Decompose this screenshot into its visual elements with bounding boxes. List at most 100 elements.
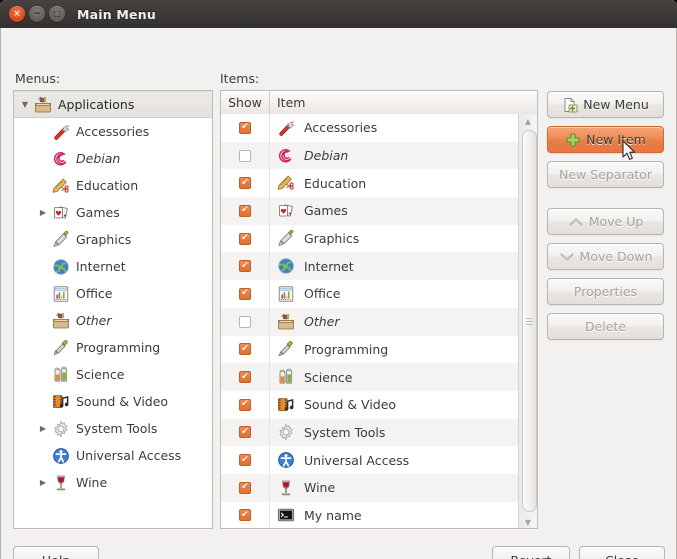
checkbox-checked[interactable] [239, 371, 251, 384]
tree-item-label: Science [76, 367, 125, 382]
tree-item-sound-video[interactable]: ▶Sound & Video [14, 388, 212, 415]
tree-item-internet[interactable]: ▶Internet [14, 253, 212, 280]
expander-expand-icon[interactable]: ▶ [36, 206, 50, 220]
scrollbar-track[interactable] [519, 128, 538, 515]
tree-item-games[interactable]: ▶ Games [14, 199, 212, 226]
help-button[interactable]: Help [13, 546, 99, 559]
table-row[interactable]: Games [221, 197, 519, 225]
checkbox-checked[interactable] [239, 287, 251, 300]
scroll-down-icon[interactable]: ▼ [519, 515, 538, 528]
tree-item-science[interactable]: ▶Science [14, 361, 212, 388]
close-button[interactable]: Close [579, 546, 665, 559]
close-icon[interactable]: × [9, 6, 25, 22]
item-cell: Accessories [270, 119, 519, 137]
menus-tree[interactable]: ▼Applications▶Accessories▶Debian▶Educati… [13, 90, 213, 529]
table-row[interactable]: System Tools [221, 418, 519, 447]
tree-item-debian[interactable]: ▶Debian [14, 145, 212, 172]
table-row[interactable]: Accessories [221, 114, 519, 142]
tree-item-education[interactable]: ▶Education [14, 172, 212, 199]
table-row[interactable]: Internet [221, 252, 519, 281]
checkbox-checked[interactable] [239, 509, 251, 522]
item-cell: Wine [270, 479, 519, 497]
vertical-scrollbar[interactable]: ▲ ▼ [518, 114, 538, 528]
tree-item-programming[interactable]: ▶Programming [14, 334, 212, 361]
office-icon [277, 285, 295, 303]
show-cell [221, 114, 270, 142]
table-row[interactable]: Universal Access [221, 446, 519, 474]
checkbox-checked[interactable] [239, 177, 251, 190]
chevron-up-icon [568, 214, 584, 230]
table-row[interactable]: My name [221, 501, 519, 528]
item-cell: Internet [270, 257, 519, 275]
table-row[interactable]: Sound & Video [221, 390, 519, 419]
checkbox-checked[interactable] [239, 481, 251, 494]
item-label: System Tools [304, 424, 386, 440]
table-row[interactable]: Wine [221, 473, 519, 502]
new-menu-label: New Menu [583, 97, 649, 112]
expander-expand-icon[interactable]: ▶ [36, 476, 50, 490]
show-cell [221, 446, 270, 474]
tree-item-universal-access[interactable]: ▶Universal Access [14, 442, 212, 469]
item-label: Wine [304, 480, 336, 496]
item-cell: Games [270, 202, 519, 220]
dialog-body: Menus: Items: ▼Applications▶Accessories▶… [0, 28, 677, 559]
checkbox-checked[interactable] [239, 343, 251, 356]
item-cell: Science [270, 368, 519, 386]
universal-access-icon [52, 447, 70, 465]
list-header: Show Item [221, 91, 537, 115]
delete-button: Delete [547, 313, 664, 340]
maximize-icon[interactable]: □ [49, 6, 65, 22]
menus-label: Menus: [15, 71, 61, 86]
checkbox-checked[interactable] [239, 426, 251, 439]
delete-label: Delete [584, 319, 627, 334]
show-cell [221, 252, 270, 281]
table-row[interactable]: Programming [221, 335, 519, 364]
tree-item-graphics[interactable]: ▶Graphics [14, 226, 212, 253]
science-icon [52, 366, 70, 384]
checkbox-unchecked[interactable] [239, 315, 251, 328]
column-header-item[interactable]: Item [270, 91, 537, 114]
list-rows: Accessories Debian Education Games Graphics I… [221, 114, 519, 528]
tree-item-other[interactable]: ▶Other [14, 307, 212, 334]
tree-item-system-tools[interactable]: ▶ System Tools [14, 415, 212, 442]
universal-access-icon [277, 451, 295, 469]
checkbox-unchecked[interactable] [239, 149, 251, 162]
expander-expand-icon[interactable]: ▶ [36, 422, 50, 436]
terminal-icon [277, 506, 295, 524]
item-cell: My name [270, 506, 519, 524]
checkbox-checked[interactable] [239, 454, 251, 467]
checkbox-checked[interactable] [239, 204, 251, 217]
revert-button[interactable]: Revert [492, 546, 570, 559]
scrollbar-thumb[interactable] [521, 130, 537, 512]
tree-item-label: Sound & Video [76, 394, 169, 409]
table-row[interactable]: Office [221, 280, 519, 308]
column-header-show[interactable]: Show [221, 91, 270, 114]
show-cell [221, 335, 270, 364]
expander-collapse-icon[interactable]: ▼ [18, 98, 32, 112]
tree-item-accessories[interactable]: ▶Accessories [14, 118, 212, 145]
tree-item-office[interactable]: ▶Office [14, 280, 212, 307]
programming-icon [52, 339, 70, 357]
item-label: Accessories [304, 120, 378, 136]
table-row[interactable]: Education [221, 169, 519, 198]
new-menu-button[interactable]: New Menu [547, 91, 664, 118]
main-menu-window: × − □ Main Menu Menus: Items: ▼ Applicati… [0, 0, 677, 559]
tree-item-applications[interactable]: ▼ Applications [14, 91, 212, 118]
help-label: Help [42, 553, 71, 559]
show-cell [221, 473, 270, 502]
scroll-up-icon[interactable]: ▲ [519, 114, 538, 128]
checkbox-checked[interactable] [239, 121, 251, 134]
new-item-button[interactable]: New Item [547, 126, 664, 153]
checkbox-checked[interactable] [239, 398, 251, 411]
tree-item-wine[interactable]: ▶ Wine [14, 469, 212, 496]
checkbox-checked[interactable] [239, 232, 251, 245]
table-row[interactable]: Science [221, 363, 519, 391]
item-label: Games [304, 203, 348, 219]
minimize-icon[interactable]: − [29, 6, 45, 22]
table-row[interactable]: Other [221, 307, 519, 336]
items-list[interactable]: Show Item Accessories Debian Education Game… [220, 90, 538, 529]
table-row[interactable]: Graphics [221, 224, 519, 253]
table-row[interactable]: Debian [221, 141, 519, 170]
checkbox-checked[interactable] [239, 260, 251, 273]
item-label: Other [304, 314, 340, 330]
